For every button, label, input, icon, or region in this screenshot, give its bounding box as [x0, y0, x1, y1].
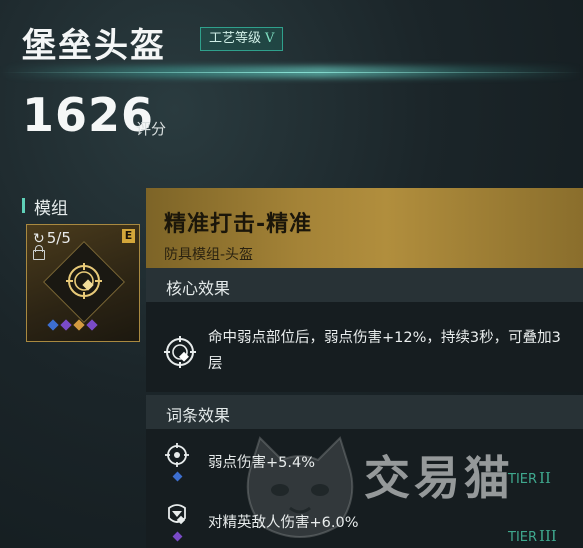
affix-text: 对精英敌人伤害+6.0%: [208, 515, 359, 531]
craft-level-label: 工艺等级: [209, 31, 262, 46]
header-glow-line: [0, 72, 583, 73]
module-gems: [47, 319, 98, 331]
precision-strike-icon: [66, 263, 102, 299]
craft-level-badge: 工艺等级 V: [200, 27, 284, 51]
tier-value: III: [539, 527, 557, 545]
gem-icon: [73, 319, 85, 331]
score-unit: 评分: [136, 120, 167, 138]
elite-enemy-icon: [168, 504, 186, 525]
watermark-text: 交易猫: [364, 451, 514, 505]
core-effect-header: 核心效果: [146, 268, 583, 302]
core-effect-text: 命中弱点部位后，弱点伤害+12%，持续3秒，可叠加3层: [208, 330, 561, 372]
module-count-value: 5/5: [46, 229, 71, 247]
module-slot-card[interactable]: ↻ 5/5 E: [26, 224, 140, 342]
affix-text: 弱点伤害+5.4%: [208, 455, 315, 471]
gem-icon: [47, 319, 59, 331]
core-effect-title: 核心效果: [166, 279, 231, 298]
item-title: 堡垒头盔: [22, 26, 166, 66]
module-name: 精准打击-精准: [164, 212, 313, 237]
tier-value: II: [539, 469, 551, 487]
detail-header: 精准打击-精准 防具模组-头盔: [146, 188, 583, 268]
core-effect-icon: [164, 336, 196, 368]
module-type: 防具模组-头盔: [164, 247, 254, 263]
grade-badge: E: [122, 229, 135, 243]
section-marker: [22, 198, 25, 213]
module-section-label: 模组: [34, 199, 68, 219]
affix-title: 词条效果: [166, 406, 231, 425]
gem-icon: [60, 319, 72, 331]
affix-tier: TIER II: [508, 469, 551, 487]
score-value: 1626: [22, 88, 155, 142]
tier-label: TIER: [508, 530, 538, 545]
weakspot-icon: [165, 443, 189, 467]
lock-icon[interactable]: [33, 245, 45, 260]
affix-header: 词条效果: [146, 395, 583, 429]
gem-icon: [86, 319, 98, 331]
affix-tier: TIER III: [508, 527, 557, 545]
craft-level-value: V: [265, 31, 275, 46]
